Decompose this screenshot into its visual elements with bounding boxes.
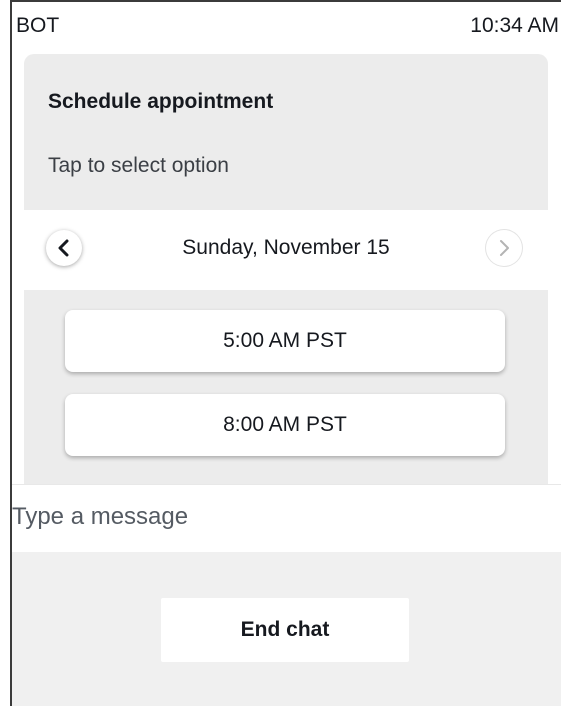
selected-date: Sunday, November 15 bbox=[182, 236, 390, 259]
message-header: BOT 10:34 AM bbox=[14, 4, 561, 44]
end-chat-button[interactable]: End chat bbox=[161, 598, 409, 662]
message-timestamp: 10:34 AM bbox=[470, 14, 559, 37]
chevron-right-icon bbox=[500, 240, 509, 256]
time-slot-button[interactable]: 8:00 AM PST bbox=[65, 394, 505, 456]
sender-label: BOT bbox=[16, 14, 60, 37]
card-title: Schedule appointment bbox=[48, 90, 274, 113]
schedule-appointment-card: Schedule appointment Tap to select optio… bbox=[24, 54, 548, 484]
chat-footer: End chat bbox=[12, 552, 561, 706]
card-subtitle: Tap to select option bbox=[48, 154, 229, 177]
message-input[interactable] bbox=[12, 499, 552, 535]
chat-window: BOT 10:34 AM Schedule appointment Tap to… bbox=[0, 0, 561, 706]
message-composer bbox=[12, 484, 561, 552]
date-picker: Sunday, November 15 bbox=[24, 210, 548, 290]
time-slot-button[interactable]: 5:00 AM PST bbox=[65, 310, 505, 372]
next-day-button[interactable] bbox=[486, 230, 522, 266]
window-border-top bbox=[10, 0, 561, 2]
